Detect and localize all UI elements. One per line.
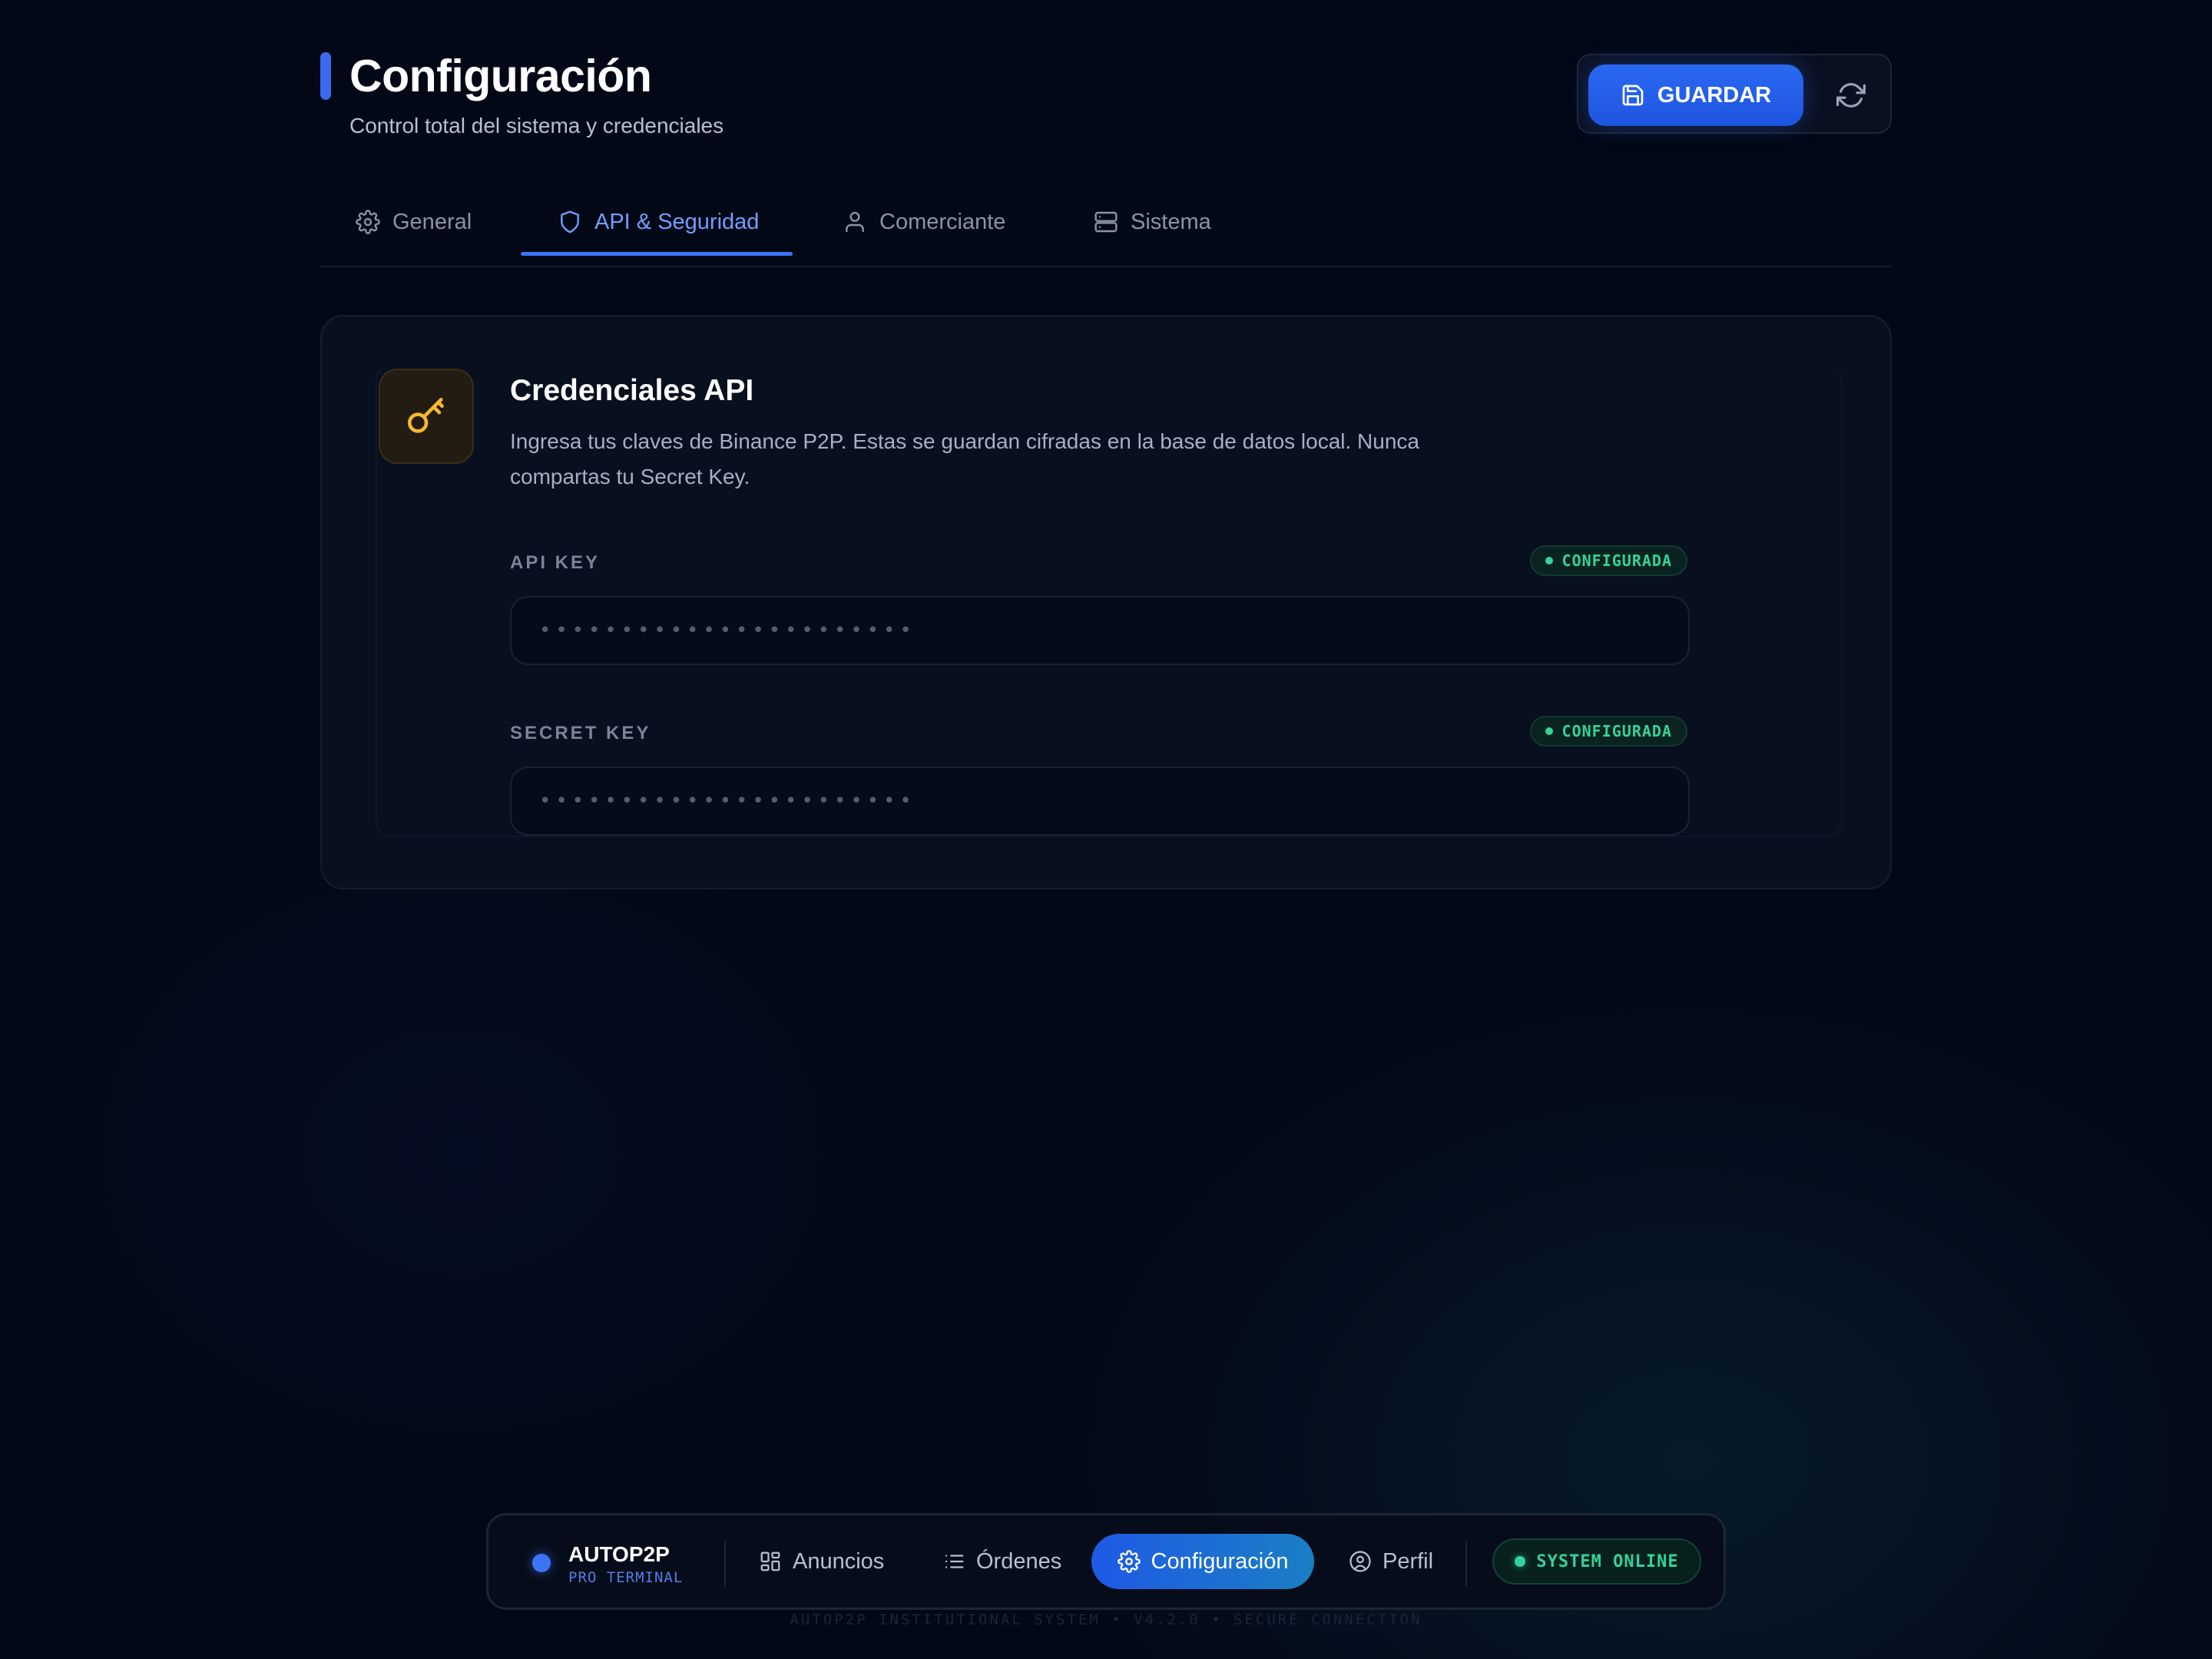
tab-sistema[interactable]: Sistema [1094, 184, 1211, 260]
status-badge-text: CONFIGURADA [1561, 722, 1672, 740]
page-subtitle: Control total del sistema y credenciales [349, 114, 724, 137]
bottom-nav: AUTOP2P PRO TERMINAL Anuncios Órdenes Co… [486, 1513, 1726, 1610]
nav-item-label: Perfil [1382, 1548, 1434, 1574]
nav-item-configuracion[interactable]: Configuración [1091, 1534, 1314, 1589]
status-dot [1545, 727, 1553, 735]
nav-item-ordenes[interactable]: Órdenes [942, 1534, 1061, 1589]
page-header: Configuración Control total del sistema … [320, 51, 1892, 143]
nav-item-label: Anuncios [793, 1548, 885, 1574]
brand-dot [532, 1554, 551, 1572]
system-status-text: SYSTEM ONLINE [1536, 1551, 1679, 1571]
secret-key-label: SECRET KEY [510, 723, 651, 743]
api-key-label: API KEY [510, 552, 601, 573]
status-dot [1545, 557, 1553, 565]
nav-divider [724, 1541, 726, 1586]
api-key-input[interactable]: ••••••••••••••••••••••• [510, 596, 1690, 665]
shield-icon [558, 210, 582, 234]
nav-divider [1465, 1541, 1467, 1586]
gear-icon [1117, 1550, 1141, 1573]
nav-item-label: Órdenes [976, 1548, 1062, 1574]
title-accent-bar [320, 52, 331, 100]
brand-name: AUTOP2P [568, 1542, 670, 1566]
grid-icon [759, 1550, 782, 1573]
card-description: Ingresa tus claves de Binance P2P. Estas… [510, 429, 1419, 488]
gear-icon [356, 210, 380, 234]
tab-label: General [392, 209, 472, 234]
tab-comerciante[interactable]: Comerciante [843, 184, 1005, 260]
page-title: Configuración [349, 51, 652, 101]
status-badge: CONFIGURADA [1529, 545, 1687, 576]
footer-text: AUTOP2P INSTITUTIONAL SYSTEM • V4.2.0 • … [790, 1611, 1422, 1628]
tab-label: Comerciante [879, 209, 1006, 234]
secret-key-input[interactable]: ••••••••••••••••••••••• [510, 767, 1690, 836]
brand-subtitle: PRO TERMINAL [568, 1569, 684, 1586]
user-circle-icon [1349, 1550, 1372, 1573]
nav-item-perfil[interactable]: Perfil [1349, 1534, 1433, 1589]
tab-label: Sistema [1131, 209, 1211, 234]
tab-api-seguridad[interactable]: API & Seguridad [558, 184, 759, 260]
status-badge: CONFIGURADA [1529, 716, 1687, 747]
status-badge-text: CONFIGURADA [1561, 551, 1672, 570]
credentials-card: Credenciales API Ingresa tus claves de B… [320, 315, 1892, 889]
active-tab-indicator [521, 252, 793, 256]
nav-item-anuncios[interactable]: Anuncios [759, 1534, 884, 1589]
card-title: Credenciales API [510, 374, 754, 407]
header-actions: GUARDAR [1577, 54, 1892, 134]
tab-label: API & Seguridad [594, 209, 760, 234]
save-icon [1621, 83, 1645, 108]
server-icon [1094, 210, 1118, 234]
nav-item-label: Configuración [1151, 1548, 1289, 1574]
save-label: GUARDAR [1657, 82, 1772, 108]
status-dot [1515, 1556, 1526, 1567]
tab-general[interactable]: General [356, 184, 472, 260]
key-icon-tile [379, 369, 474, 464]
refresh-button[interactable] [1828, 72, 1874, 118]
refresh-icon [1836, 81, 1866, 110]
save-button[interactable]: GUARDAR [1588, 65, 1803, 126]
system-status-badge: SYSTEM ONLINE [1492, 1538, 1701, 1584]
settings-tabs: General API & Seguridad Comerciante Sist… [320, 184, 1892, 267]
list-icon [942, 1550, 965, 1573]
user-icon [843, 210, 867, 234]
key-icon [404, 394, 449, 439]
